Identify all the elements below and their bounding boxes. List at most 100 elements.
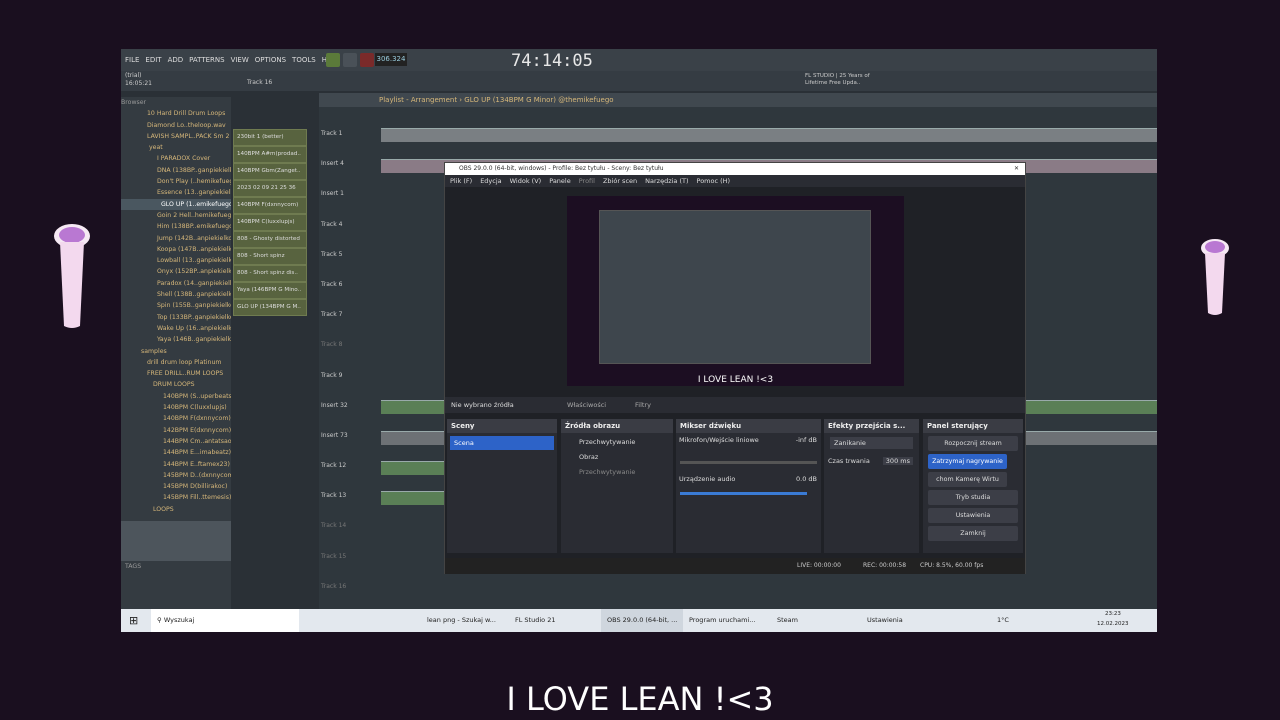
browser-item[interactable]: Wake Up (16..anpiekielko — [121, 323, 231, 334]
browser-item[interactable]: 140BPM F(dxnnycom) — [121, 413, 231, 424]
close-icon[interactable]: ✕ — [1014, 163, 1019, 175]
browser-item[interactable]: Don't Play (..hemikefuego — [121, 176, 231, 187]
browser-item[interactable]: LAVISH SAMPL..PACK Sm 2 — [121, 131, 231, 142]
source-item[interactable]: Przechwytywanie — [561, 433, 673, 448]
browser-item[interactable]: FREE DRILL..RUM LOOPS — [121, 368, 231, 379]
play-button[interactable] — [326, 53, 340, 67]
browser-item[interactable]: 140BPM (S..uperbeats) — [121, 391, 231, 402]
channel-item[interactable]: 808 - Short spinz dis.. — [233, 265, 307, 282]
browser-item[interactable]: GLO UP (1..emikefuego — [121, 198, 231, 210]
obs-menu-item[interactable]: Profil — [579, 175, 595, 187]
track-name[interactable]: Track 13 — [319, 489, 377, 519]
taskbar-app[interactable]: Ustawienia — [867, 609, 903, 632]
browser-item[interactable]: 10 Hard Drill Drum Loops — [121, 108, 231, 119]
track-name[interactable]: Track 16 — [319, 580, 377, 610]
windows-start-icon[interactable]: ⊞ — [129, 609, 138, 632]
browser-item[interactable]: 142BPM E(dxnnycom) — [121, 425, 231, 436]
track-name[interactable]: Track 4 — [319, 218, 377, 248]
browser-item[interactable]: 145BPM D..(dxnnycom) — [121, 470, 231, 481]
obs-preview[interactable]: I LOVE LEAN !<3 — [567, 196, 904, 386]
mic-volume-slider[interactable] — [680, 461, 817, 464]
taskbar-app[interactable]: Steam — [777, 609, 798, 632]
track-name[interactable]: Insert 1 — [319, 187, 377, 217]
menu-add[interactable]: ADD — [168, 56, 184, 64]
start-stream-button[interactable]: Rozpocznij stream — [928, 436, 1018, 451]
search-box[interactable]: ⚲ Wyszukaj — [151, 609, 299, 632]
browser-item[interactable]: DNA (138BP..ganpiekielko — [121, 165, 231, 176]
menu-tools[interactable]: TOOLS — [292, 56, 316, 64]
desktop-volume-slider[interactable] — [680, 492, 807, 495]
browser-item[interactable]: 144BPM E..ftamex23) — [121, 459, 231, 470]
track-name[interactable]: Insert 4 — [319, 157, 377, 187]
track-name[interactable]: Track 9 — [319, 369, 377, 399]
channel-item[interactable]: 808 - Short spinz — [233, 248, 307, 265]
track-name[interactable]: Track 15 — [319, 550, 377, 580]
browser-item[interactable]: Paradox (14..ganpiekielko — [121, 278, 231, 289]
weather-label[interactable]: 1°C — [997, 609, 1009, 632]
track-name[interactable]: Track 12 — [319, 459, 377, 489]
track-name[interactable]: Track 7 — [319, 308, 377, 338]
obs-menu-item[interactable]: Zbiór scen — [603, 175, 637, 187]
obs-menu-item[interactable]: Narzędzia (T) — [645, 175, 688, 187]
obs-menu-item[interactable]: Pomoc (H) — [697, 175, 731, 187]
browser-item[interactable]: Lowball (13..ganpiekielko — [121, 255, 231, 266]
browser-item[interactable]: 144BPM E...imabeatz) — [121, 447, 231, 458]
browser-item[interactable]: Top (133BP..ganpiekielko — [121, 312, 231, 323]
browser-item[interactable]: 140BPM C(luxxlupjs) — [121, 402, 231, 413]
menu-edit[interactable]: EDIT — [145, 56, 161, 64]
taskbar-app[interactable]: Program uruchami... — [689, 609, 755, 632]
browser-item[interactable]: 145BPM Fill..ttemesis) — [121, 492, 231, 503]
filters-button[interactable]: Filtry — [635, 397, 651, 413]
tempo-display[interactable]: 306.324 — [375, 53, 407, 66]
browser-item[interactable]: I PARADOX Cover — [121, 153, 231, 164]
stop-button[interactable] — [343, 53, 357, 67]
track-name[interactable]: Track 14 — [319, 519, 377, 549]
track-name[interactable]: Track 6 — [319, 278, 377, 308]
menu-view[interactable]: VIEW — [231, 56, 249, 64]
track-name[interactable]: Track 1 — [319, 127, 377, 157]
audio-clip[interactable] — [381, 128, 1157, 142]
track-name[interactable]: Track 8 — [319, 338, 377, 368]
obs-menu-item[interactable]: Edycja — [480, 175, 501, 187]
virtual-camera-button[interactable]: chom Kamerę Wirtu — [928, 472, 1007, 487]
taskbar-app[interactable]: FL Studio 21 — [515, 609, 555, 632]
scene-item[interactable]: Scena — [450, 436, 554, 450]
browser-item[interactable]: Onyx (152BP..anpiekielko — [121, 266, 231, 277]
browser-item[interactable]: drill drum loop Platinum — [121, 357, 231, 368]
browser-item[interactable]: Essence (13..ganpiekielko — [121, 187, 231, 198]
channel-item[interactable]: 140BPM Gbm(Zanget.. — [233, 163, 307, 180]
menu-options[interactable]: OPTIONS — [255, 56, 286, 64]
browser-item[interactable]: Jump (142B..anpiekielko — [121, 233, 231, 244]
settings-button[interactable]: Ustawienia — [928, 508, 1018, 523]
browser-item[interactable]: LOOPS — [121, 504, 231, 515]
duration-input[interactable]: 300 ms — [882, 457, 913, 465]
studio-mode-button[interactable]: Tryb studia — [928, 490, 1018, 505]
menu-file[interactable]: FILE — [125, 56, 139, 64]
stop-recording-button[interactable]: Zatrzymaj nagrywanie — [928, 454, 1007, 469]
browser-item[interactable]: Koopa (147B..anpiekielko — [121, 244, 231, 255]
audio-clip[interactable] — [381, 491, 451, 505]
channel-item[interactable]: Yaya (146BPM G Mino.. — [233, 282, 307, 299]
channel-item[interactable]: 2023 02 09 21 25 36 — [233, 180, 307, 197]
browser-item[interactable]: Yaya (146B..ganpiekielko — [121, 334, 231, 345]
browser-item[interactable]: 145BPM D(billirakoc) — [121, 481, 231, 492]
channel-item[interactable]: GLO UP (134BPM G M.. — [233, 299, 307, 316]
channel-item[interactable]: 808 - Ghosty distorted — [233, 231, 307, 248]
transition-select[interactable]: Zanikanie — [830, 437, 913, 449]
browser-item[interactable]: DRUM LOOPS — [121, 379, 231, 390]
browser-item[interactable]: 144BPM Cm..antatsao) — [121, 436, 231, 447]
properties-button[interactable]: Właściwości — [567, 397, 606, 413]
browser-item[interactable]: Goin 2 Hell..hemikefuego — [121, 210, 231, 221]
source-item[interactable]: Przechwytywanie — [561, 463, 673, 478]
browser-item[interactable]: Spin (155B..ganpiekielko — [121, 300, 231, 311]
source-item[interactable]: Obraz — [561, 448, 673, 463]
track-name[interactable]: Insert 73 — [319, 429, 377, 459]
exit-button[interactable]: Zamknij — [928, 526, 1018, 541]
channel-item[interactable]: 140BPM C(luxxlupjs) — [233, 214, 307, 231]
menu-patterns[interactable]: PATTERNS — [189, 56, 224, 64]
obs-menu-item[interactable]: Plik (F) — [450, 175, 472, 187]
obs-menu-item[interactable]: Panele — [549, 175, 571, 187]
browser-item[interactable]: yeat — [121, 142, 231, 153]
browser-item[interactable]: samples — [121, 346, 231, 357]
channel-item[interactable]: 140BPM F(dxnnycom) — [233, 197, 307, 214]
